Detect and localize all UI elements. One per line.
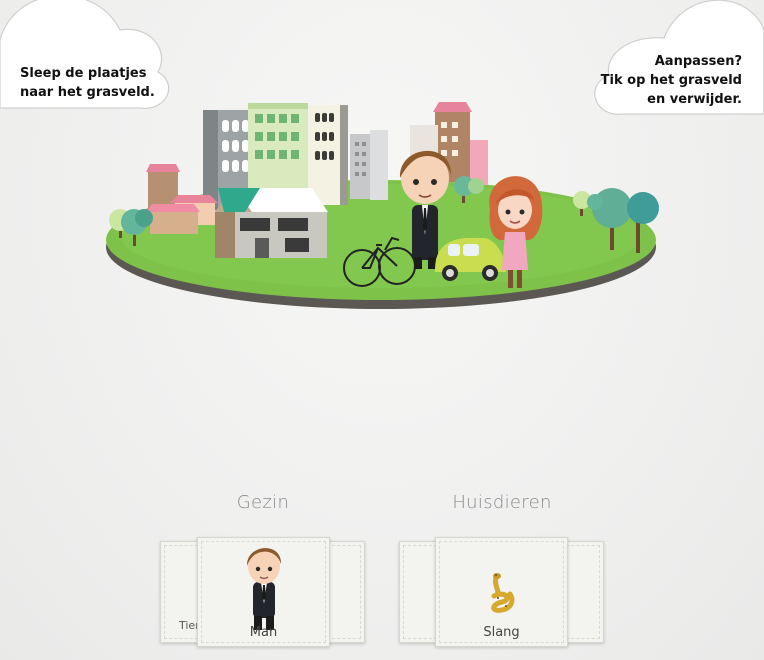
category-title: Huisdieren [452, 492, 552, 513]
card-label: Slang [483, 625, 520, 640]
card-label: Man [249, 625, 278, 640]
draggable-card-slang[interactable]: Slang [435, 537, 568, 647]
card-previous[interactable]: Tier [160, 541, 202, 643]
grass-field-scene[interactable] [100, 100, 660, 315]
category-title: Gezin [236, 492, 290, 513]
instruction-text-left: Sleep de plaatjes naar het grasveld. [20, 66, 155, 100]
card-next[interactable] [562, 541, 604, 643]
instruction-cloud-left: Sleep de plaatjes naar het grasveld. [0, 0, 175, 115]
category-huisdieren: Huisdieren [397, 492, 607, 522]
draggable-card-man[interactable]: Man [197, 537, 330, 647]
category-gezin: Gezin [158, 492, 368, 522]
